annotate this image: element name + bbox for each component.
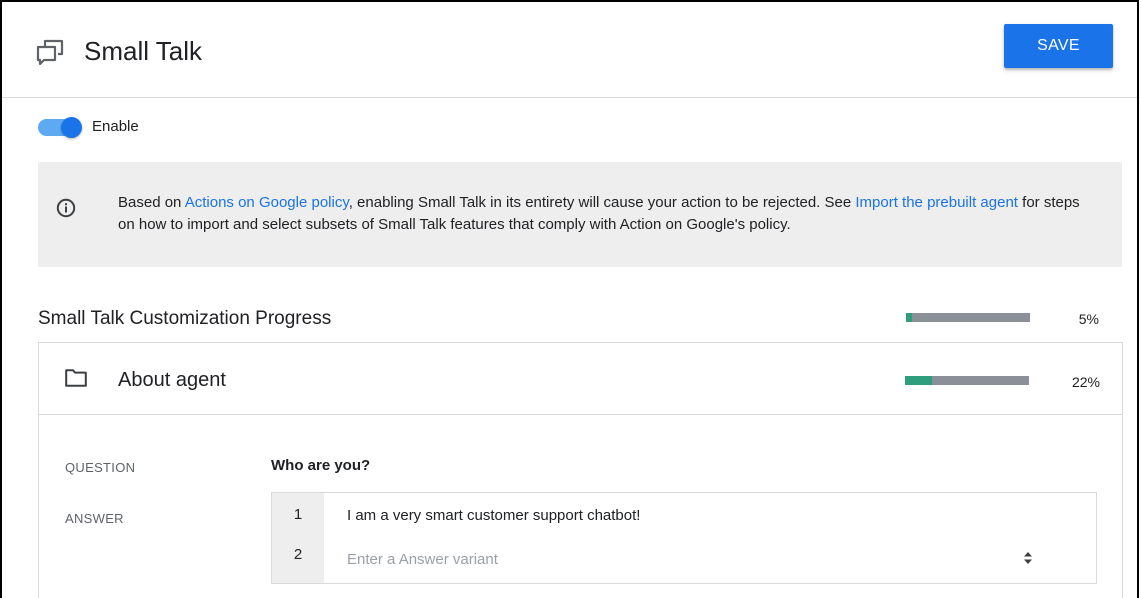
save-button[interactable]: SAVE [1004, 24, 1113, 68]
overall-progress-percent: 5% [1078, 311, 1099, 327]
question-text: Who are you? [271, 457, 371, 474]
enable-label: Enable [92, 118, 139, 135]
answer-number-1: 1 [293, 506, 303, 523]
about-agent-progress-fill [905, 376, 933, 385]
new-answer-variant-input[interactable] [347, 549, 987, 569]
answer-variants: 1 I am a very smart customer support cha… [271, 492, 1097, 584]
policy-notice: Based on Actions on Google policy, enabl… [38, 162, 1122, 267]
spinner-arrows-icon[interactable] [1022, 550, 1034, 566]
customization-progress-title: Small Talk Customization Progress [38, 308, 332, 329]
answer-label: ANSWER [65, 511, 124, 526]
notice-text-1: Based on [118, 194, 185, 211]
small-talk-page: Small Talk SAVE Enable Based on Actions … [0, 0, 1139, 598]
policy-notice-text: Based on Actions on Google policy, enabl… [118, 192, 1098, 236]
about-agent-progress-bar [905, 376, 1029, 385]
about-agent-header[interactable]: About agent 22% [39, 343, 1122, 415]
question-label: QUESTION [65, 460, 136, 475]
chat-bubbles-icon [36, 39, 64, 66]
answer-variant-1[interactable]: I am a very smart customer support chatb… [347, 507, 640, 524]
page-title: Small Talk [84, 36, 203, 66]
page-header: Small Talk SAVE [2, 2, 1137, 98]
overall-progress-fill [906, 313, 913, 322]
folder-icon [65, 369, 87, 387]
about-agent-panel: About agent 22% QUESTION Who are you? AN… [38, 342, 1123, 598]
import-prebuilt-agent-link[interactable]: Import the prebuilt agent [855, 194, 1018, 211]
answer-number-2: 2 [293, 546, 303, 563]
enable-toggle[interactable] [38, 117, 82, 138]
about-agent-progress-percent: 22% [1071, 374, 1100, 390]
toggle-knob [61, 117, 82, 138]
notice-text-2: , enabling Small Talk in its entirety wi… [348, 194, 856, 211]
overall-progress-bar [906, 313, 1030, 322]
actions-on-google-policy-link[interactable]: Actions on Google policy [185, 194, 349, 211]
about-agent-title: About agent [118, 369, 226, 391]
info-icon [56, 198, 76, 218]
